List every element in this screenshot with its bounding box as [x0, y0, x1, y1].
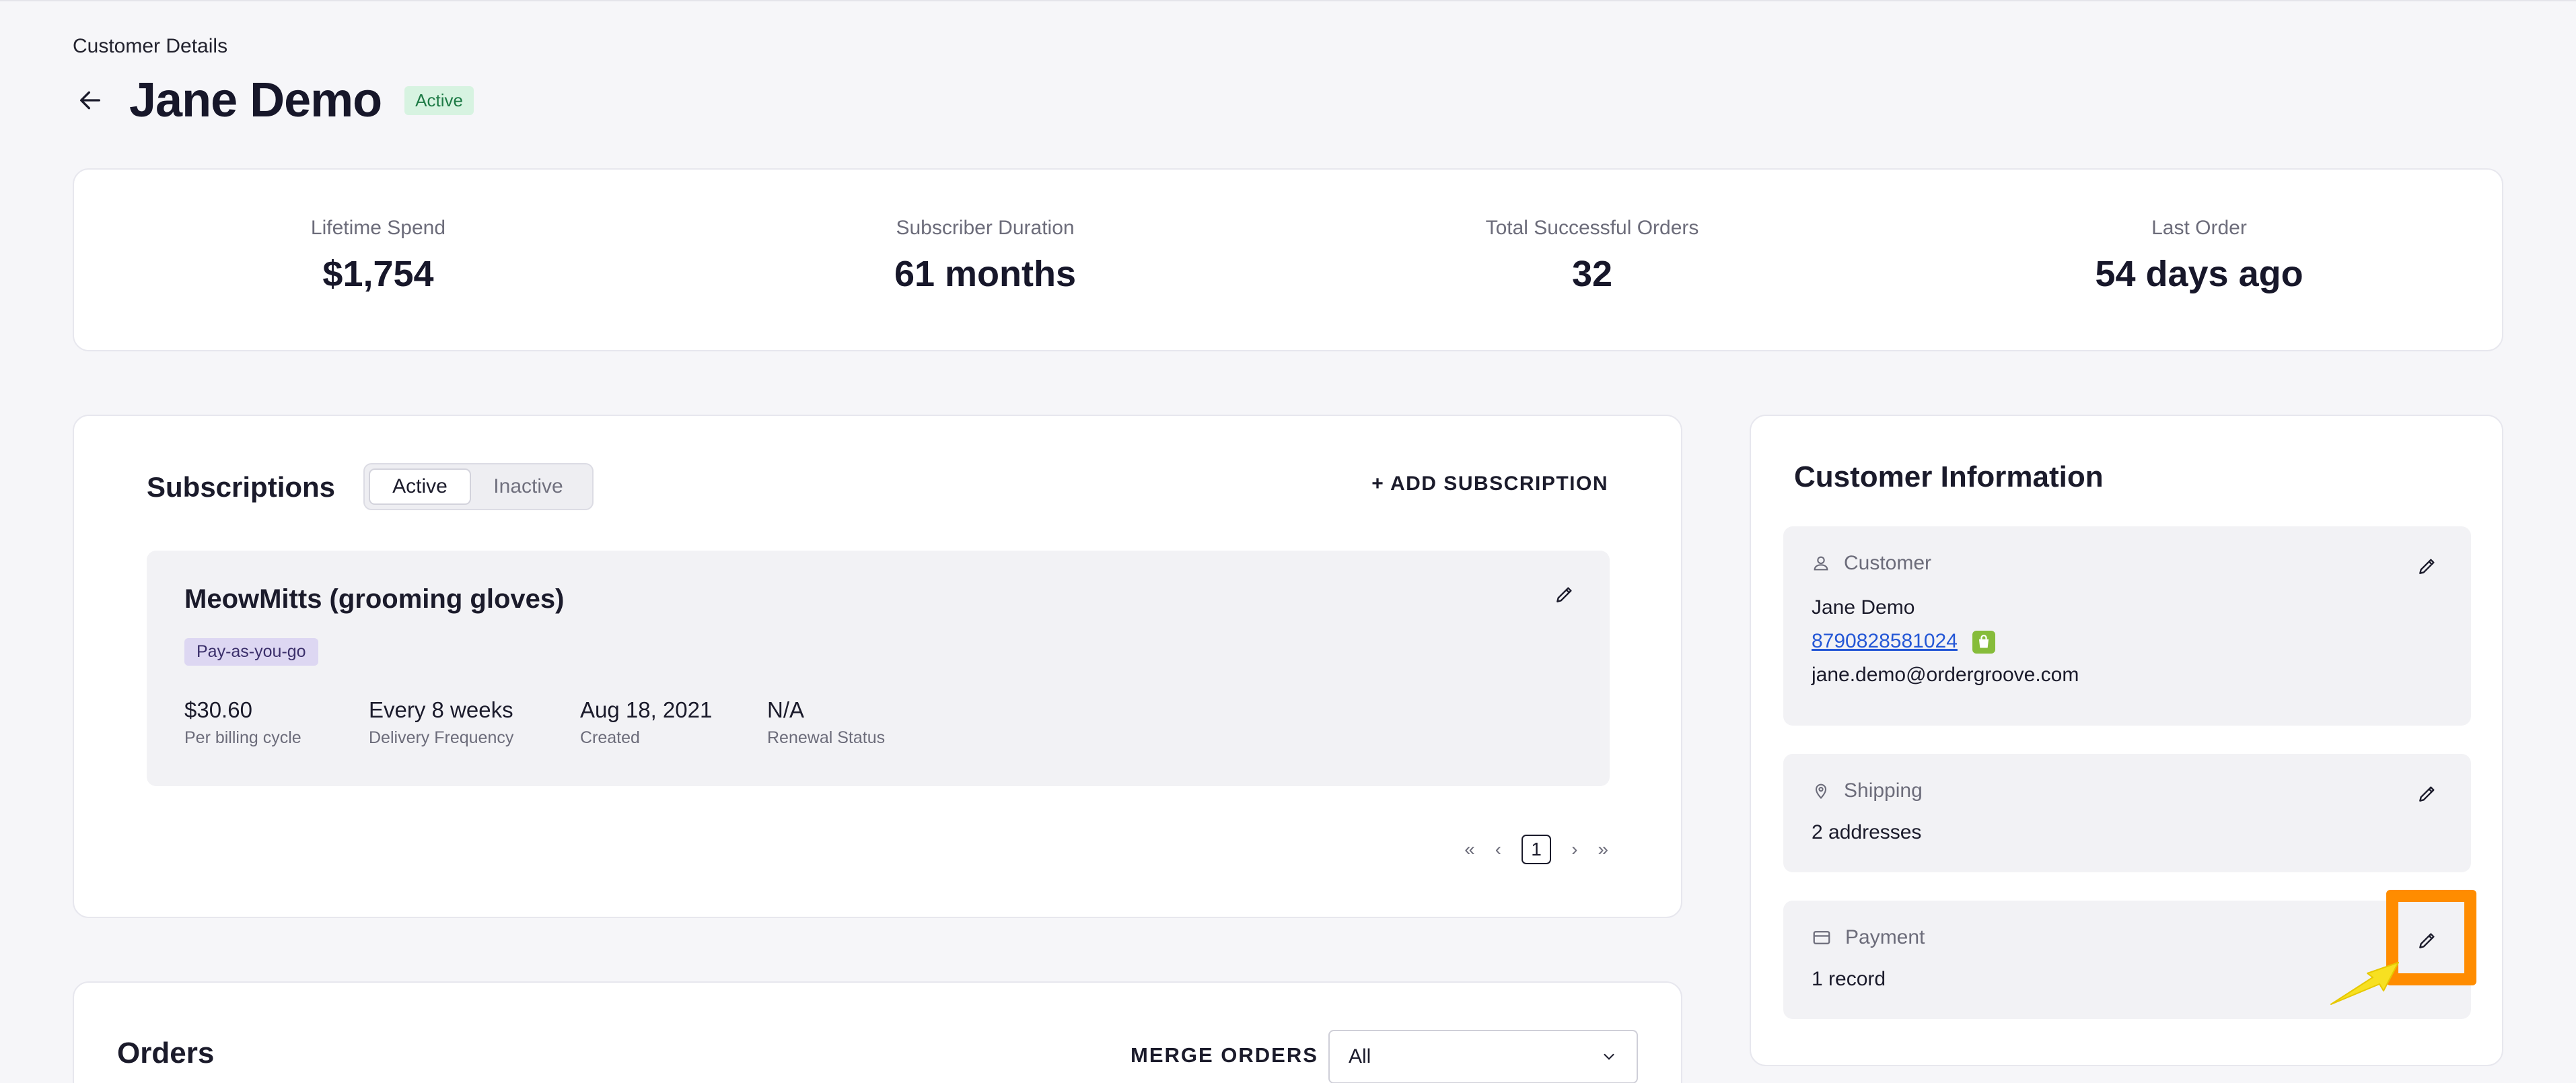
stat-lifetime-spend: Lifetime Spend $1,754 [210, 217, 546, 295]
subscription-status-toggle: Active Inactive [363, 463, 594, 510]
orders-filter-select[interactable]: All [1328, 1030, 1638, 1083]
customer-phone-link[interactable]: 8790828581024 [1812, 630, 1958, 652]
tab-active[interactable]: Active [369, 468, 471, 505]
status-badge: Active [404, 85, 474, 115]
pointer-arrow [2330, 962, 2399, 1005]
customer-information-title: Customer Information [1794, 460, 2104, 493]
orders-title: Orders [117, 1037, 215, 1070]
customer-name: Jane Demo [1812, 596, 1915, 619]
stat-total-orders: Total Successful Orders 32 [1424, 217, 1760, 295]
stat-subscriber-duration: Subscriber Duration 61 months [817, 217, 1153, 295]
person-icon [1814, 556, 1828, 571]
stat-label: Subscriber Duration [896, 217, 1075, 239]
customer-section-header: Customer [1812, 552, 1931, 575]
stat-last-order: Last Order 54 days ago [2031, 217, 2367, 295]
pagination: « ‹ 1 › » [1464, 835, 1608, 864]
customer-phone-row: 8790828581024 [1812, 630, 1996, 654]
payment-section-header: Payment [1812, 926, 1925, 949]
stat-label: Lifetime Spend [310, 217, 446, 239]
top-divider [0, 0, 2576, 1]
back-arrow-icon [80, 91, 100, 110]
shipping-value: 2 addresses [1812, 821, 1922, 843]
edit-subscription-button[interactable] [1548, 578, 1581, 611]
pencil-icon [2419, 559, 2435, 574]
stat-label: Total Successful Orders [1485, 217, 1699, 239]
page-number-button[interactable]: 1 [1522, 835, 1552, 864]
subscription-field-frequency: Every 8 weeks Delivery Frequency [369, 697, 513, 748]
first-page-button[interactable]: « [1464, 839, 1475, 860]
subscription-type-badge: Pay-as-you-go [184, 638, 318, 666]
orders-card: Orders MERGE ORDERS All [73, 981, 1682, 1083]
prev-page-button[interactable]: ‹ [1495, 839, 1501, 860]
back-button[interactable] [73, 83, 108, 118]
stat-label: Last Order [2151, 217, 2247, 239]
customer-section: Customer Jane Demo 8790828581024 jane.de… [1783, 526, 2471, 726]
edit-shipping-button[interactable] [2410, 777, 2444, 810]
stat-value: $1,754 [322, 254, 434, 294]
breadcrumb: Customer Details [73, 35, 228, 57]
chevron-down-icon [1604, 1053, 1614, 1060]
customer-section-heading: Customer [1844, 552, 1932, 574]
next-page-button[interactable]: › [1571, 839, 1577, 860]
subscriptions-title: Subscriptions [147, 471, 336, 503]
subscription-item: MeowMitts (grooming gloves) Pay-as-you-g… [147, 551, 1610, 786]
pencil-icon [1557, 587, 1572, 602]
payment-section-heading: Payment [1845, 926, 1925, 948]
shopify-bag-icon [1972, 631, 1996, 654]
subscriptions-card: Subscriptions Active Inactive + ADD SUBS… [73, 415, 1682, 918]
add-subscription-button[interactable]: + ADD SUBSCRIPTION [1371, 473, 1608, 495]
page-title: Jane Demo [129, 73, 382, 127]
shipping-section-heading: Shipping [1844, 779, 1923, 802]
stat-value: 54 days ago [2095, 254, 2303, 294]
merge-orders-button[interactable]: MERGE ORDERS [1131, 1043, 1318, 1068]
edit-customer-button[interactable] [2410, 549, 2444, 583]
field-value: $30.60 [184, 697, 252, 722]
customer-email: jane.demo@ordergroove.com [1812, 664, 2079, 686]
subscription-name: MeowMitts (grooming gloves) [184, 584, 565, 614]
subscription-field-renewal: N/A Renewal Status [767, 697, 885, 748]
field-value: N/A [767, 697, 805, 722]
field-value: Every 8 weeks [369, 697, 513, 722]
pencil-icon [2419, 786, 2435, 802]
shipping-section: Shipping 2 addresses [1783, 754, 2471, 872]
title-row: Jane Demo Active [73, 70, 474, 131]
shipping-section-header: Shipping [1812, 779, 1923, 802]
field-label: Per billing cycle [184, 728, 301, 747]
stat-value: 61 months [894, 254, 1077, 294]
credit-card-icon [1813, 931, 1830, 944]
tab-inactive[interactable]: Inactive [471, 468, 585, 505]
payment-value: 1 record [1812, 968, 1886, 990]
field-label: Delivery Frequency [369, 728, 514, 747]
field-value: Aug 18, 2021 [580, 697, 713, 722]
subscription-field-price: $30.60 Per billing cycle [184, 697, 301, 748]
subscription-field-created: Aug 18, 2021 Created [580, 697, 712, 748]
stats-card: Lifetime Spend $1,754 Subscriber Duratio… [73, 168, 2503, 351]
field-label: Renewal Status [767, 728, 886, 747]
last-page-button[interactable]: » [1598, 839, 1608, 860]
stat-value: 32 [1571, 254, 1613, 294]
location-pin-icon [1815, 783, 1827, 799]
orders-filter-value: All [1349, 1045, 1371, 1068]
field-label: Created [580, 728, 640, 747]
